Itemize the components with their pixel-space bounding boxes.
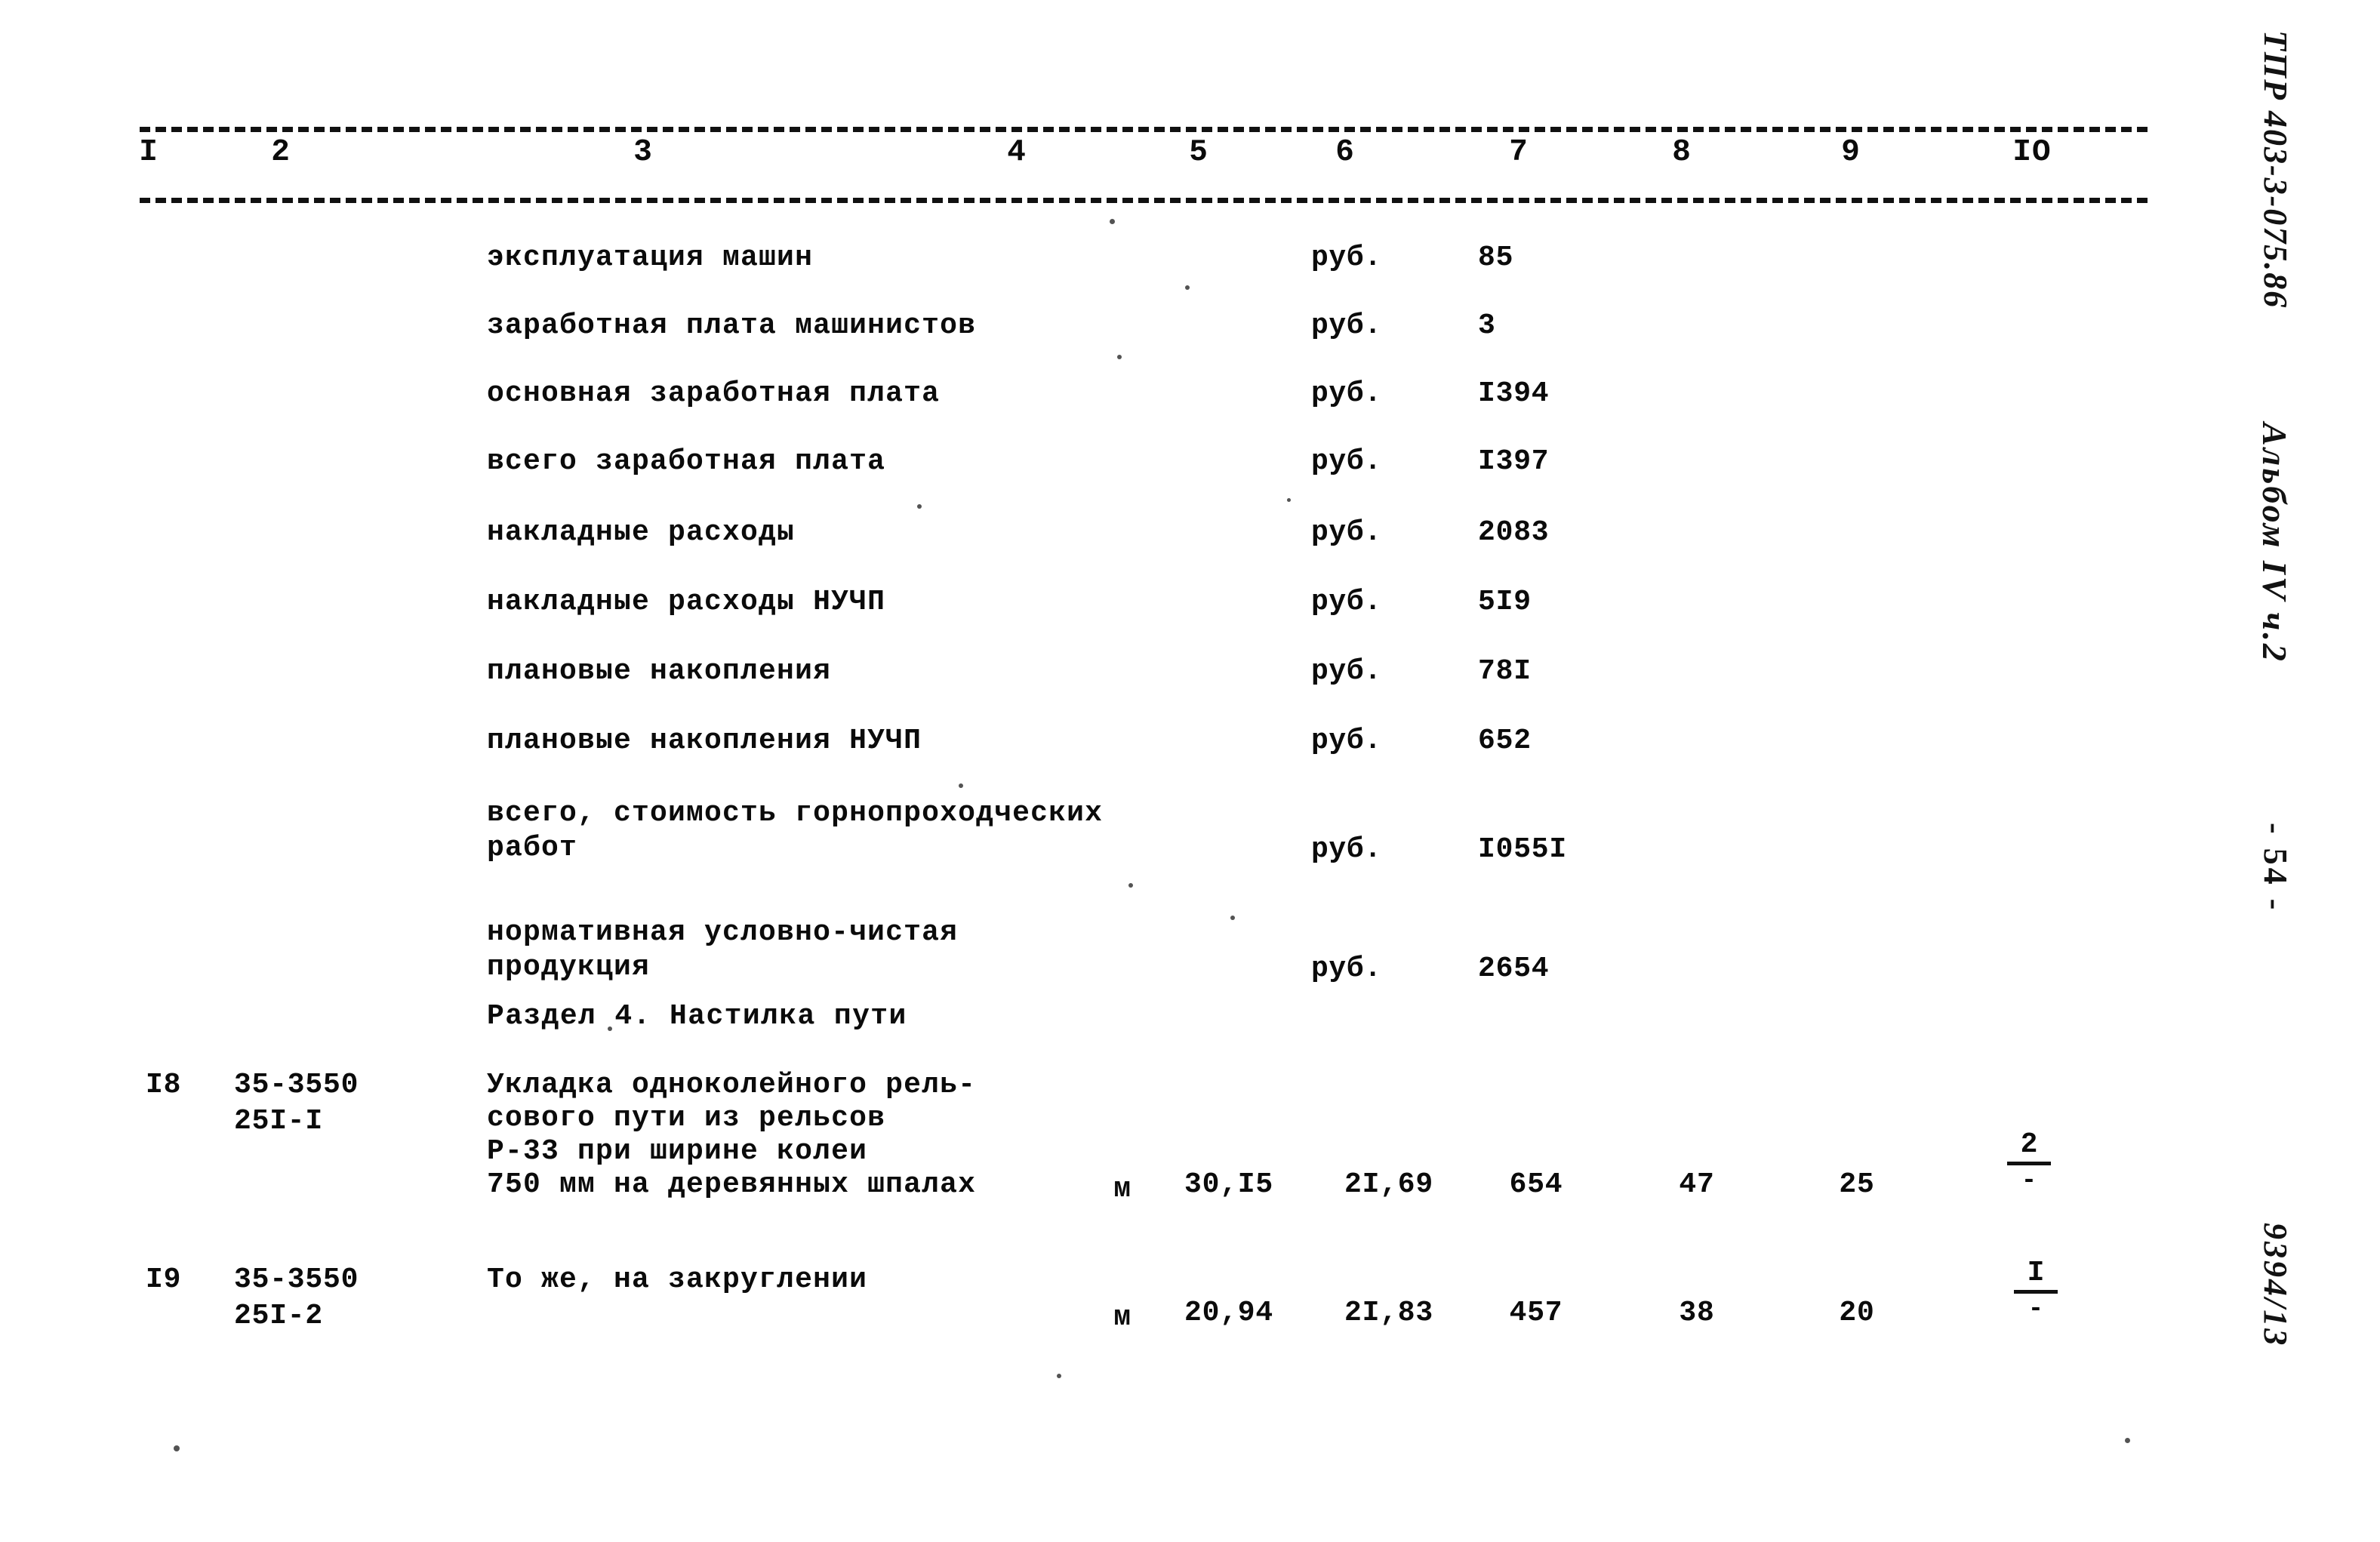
- cost-row-description: всего заработная плата: [487, 445, 886, 478]
- column-number-9: 9: [1841, 135, 1861, 170]
- table-rule-top: [140, 127, 2148, 132]
- column-number-1: I: [139, 135, 159, 170]
- cost-row-value: 652: [1478, 725, 1532, 757]
- margin-note-archive-number: 9394/13: [2257, 1223, 2294, 1348]
- work-row-col6: 2I,83: [1344, 1297, 1434, 1329]
- margin-note-project-code: ТПР 403-3-075.86: [2257, 30, 2294, 309]
- cost-row-description-line1: всего, стоимость горнопроходческих: [487, 797, 1104, 829]
- fraction-numerator: I: [2027, 1257, 2045, 1289]
- work-row-col10-fraction: 2 -: [2007, 1131, 2051, 1194]
- cost-row-unit: руб.: [1311, 586, 1382, 618]
- margin-note-album: Альбом IV ч.2: [2255, 423, 2294, 663]
- work-row-col10-fraction: I -: [2014, 1259, 2058, 1322]
- cost-row-value: 2654: [1478, 953, 1550, 985]
- section-heading: Раздел 4. Настилка пути: [487, 1000, 907, 1033]
- scan-speck: [1057, 1374, 1061, 1378]
- work-row-number: I9: [146, 1263, 182, 1296]
- work-row-description-line1: То же, на закруглении: [487, 1263, 868, 1296]
- cost-row-description: заработная плата машинистов: [487, 309, 977, 342]
- column-number-4: 4: [1007, 135, 1027, 170]
- cost-row-unit: руб.: [1311, 655, 1382, 688]
- cost-row-description-line2: работ: [487, 832, 578, 864]
- column-number-6: 6: [1335, 135, 1355, 170]
- scan-speck: [174, 1445, 180, 1451]
- fraction-denominator: -: [2027, 1295, 2044, 1324]
- margin-note-page-number: - 54 -: [2257, 823, 2294, 913]
- scan-speck: [1117, 355, 1122, 359]
- cost-row-description: эксплуатация машин: [487, 242, 814, 274]
- cost-row-value: I397: [1478, 445, 1550, 478]
- scan-speck: [917, 504, 922, 509]
- work-row-code-line1: 35-3550: [234, 1069, 359, 1101]
- work-row-col7: 457: [1509, 1297, 1563, 1329]
- work-row-col8: 47: [1679, 1168, 1715, 1201]
- scan-speck: [1185, 285, 1190, 290]
- cost-row-description: основная заработная плата: [487, 377, 941, 410]
- cost-row-unit: руб.: [1311, 309, 1382, 342]
- column-number-2: 2: [271, 135, 291, 170]
- fraction-denominator: -: [2021, 1167, 2037, 1196]
- cost-row-unit: руб.: [1311, 377, 1382, 410]
- column-number-10: IO: [2012, 135, 2052, 170]
- scan-speck: [2125, 1438, 2130, 1443]
- work-row-description-line2: сового пути из рельсов: [487, 1102, 886, 1134]
- column-number-7: 7: [1509, 135, 1529, 170]
- fraction-numerator: 2: [2020, 1128, 2038, 1161]
- work-row-col9: 20: [1839, 1297, 1875, 1329]
- column-number-3: 3: [633, 135, 653, 170]
- cost-row-value: 5I9: [1478, 586, 1532, 618]
- cost-row-description: плановые накопления: [487, 655, 832, 688]
- work-row-col5: 20,94: [1184, 1297, 1274, 1329]
- work-row-col6: 2I,69: [1344, 1168, 1434, 1201]
- scan-speck: [1230, 916, 1235, 920]
- work-row-col7: 654: [1509, 1168, 1563, 1201]
- work-row-code-line2: 25I-2: [234, 1300, 324, 1332]
- work-row-col5: 30,I5: [1184, 1168, 1274, 1201]
- cost-row-value: 85: [1478, 242, 1514, 274]
- column-number-8: 8: [1672, 135, 1692, 170]
- work-row-unit: м: [1113, 1173, 1132, 1205]
- scan-speck: [1110, 219, 1115, 224]
- table-rule-bottom: [140, 198, 2148, 203]
- document-page: I 2 3 4 5 6 7 8 9 IO эксплуатация машин …: [0, 0, 2380, 1542]
- scan-speck: [1287, 498, 1291, 502]
- work-row-code-line2: 25I-I: [234, 1105, 324, 1137]
- scan-speck: [608, 1026, 612, 1031]
- cost-row-value: I055I: [1478, 833, 1568, 866]
- cost-row-value: 2083: [1478, 516, 1550, 549]
- work-row-number: I8: [146, 1069, 182, 1101]
- scan-speck: [959, 783, 963, 788]
- work-row-unit: м: [1113, 1301, 1132, 1334]
- work-row-code-line1: 35-3550: [234, 1263, 359, 1296]
- work-row-description-line4: 750 мм на деревянных шпалах: [487, 1168, 977, 1201]
- work-row-col9: 25: [1839, 1168, 1875, 1201]
- cost-row-description: плановые накопления НУЧП: [487, 725, 922, 757]
- work-row-description-line3: Р-33 при ширине колеи: [487, 1135, 868, 1168]
- cost-row-description-line2: продукция: [487, 951, 651, 983]
- work-row-col8: 38: [1679, 1297, 1715, 1329]
- cost-row-unit: руб.: [1311, 242, 1382, 274]
- scan-speck: [1128, 883, 1133, 888]
- cost-row-value: 3: [1478, 309, 1496, 342]
- cost-row-unit: руб.: [1311, 445, 1382, 478]
- cost-row-description: накладные расходы НУЧП: [487, 586, 886, 618]
- column-number-5: 5: [1189, 135, 1208, 170]
- cost-row-unit: руб.: [1311, 725, 1382, 757]
- cost-row-value: 78I: [1478, 655, 1532, 688]
- cost-row-value: I394: [1478, 377, 1550, 410]
- cost-row-unit: руб.: [1311, 833, 1382, 866]
- work-row-description-line1: Укладка одноколейного рель-: [487, 1069, 977, 1101]
- cost-row-description-line1: нормативная условно-чистая: [487, 916, 959, 949]
- cost-row-description: накладные расходы: [487, 516, 796, 549]
- cost-row-unit: руб.: [1311, 516, 1382, 549]
- cost-row-unit: руб.: [1311, 953, 1382, 985]
